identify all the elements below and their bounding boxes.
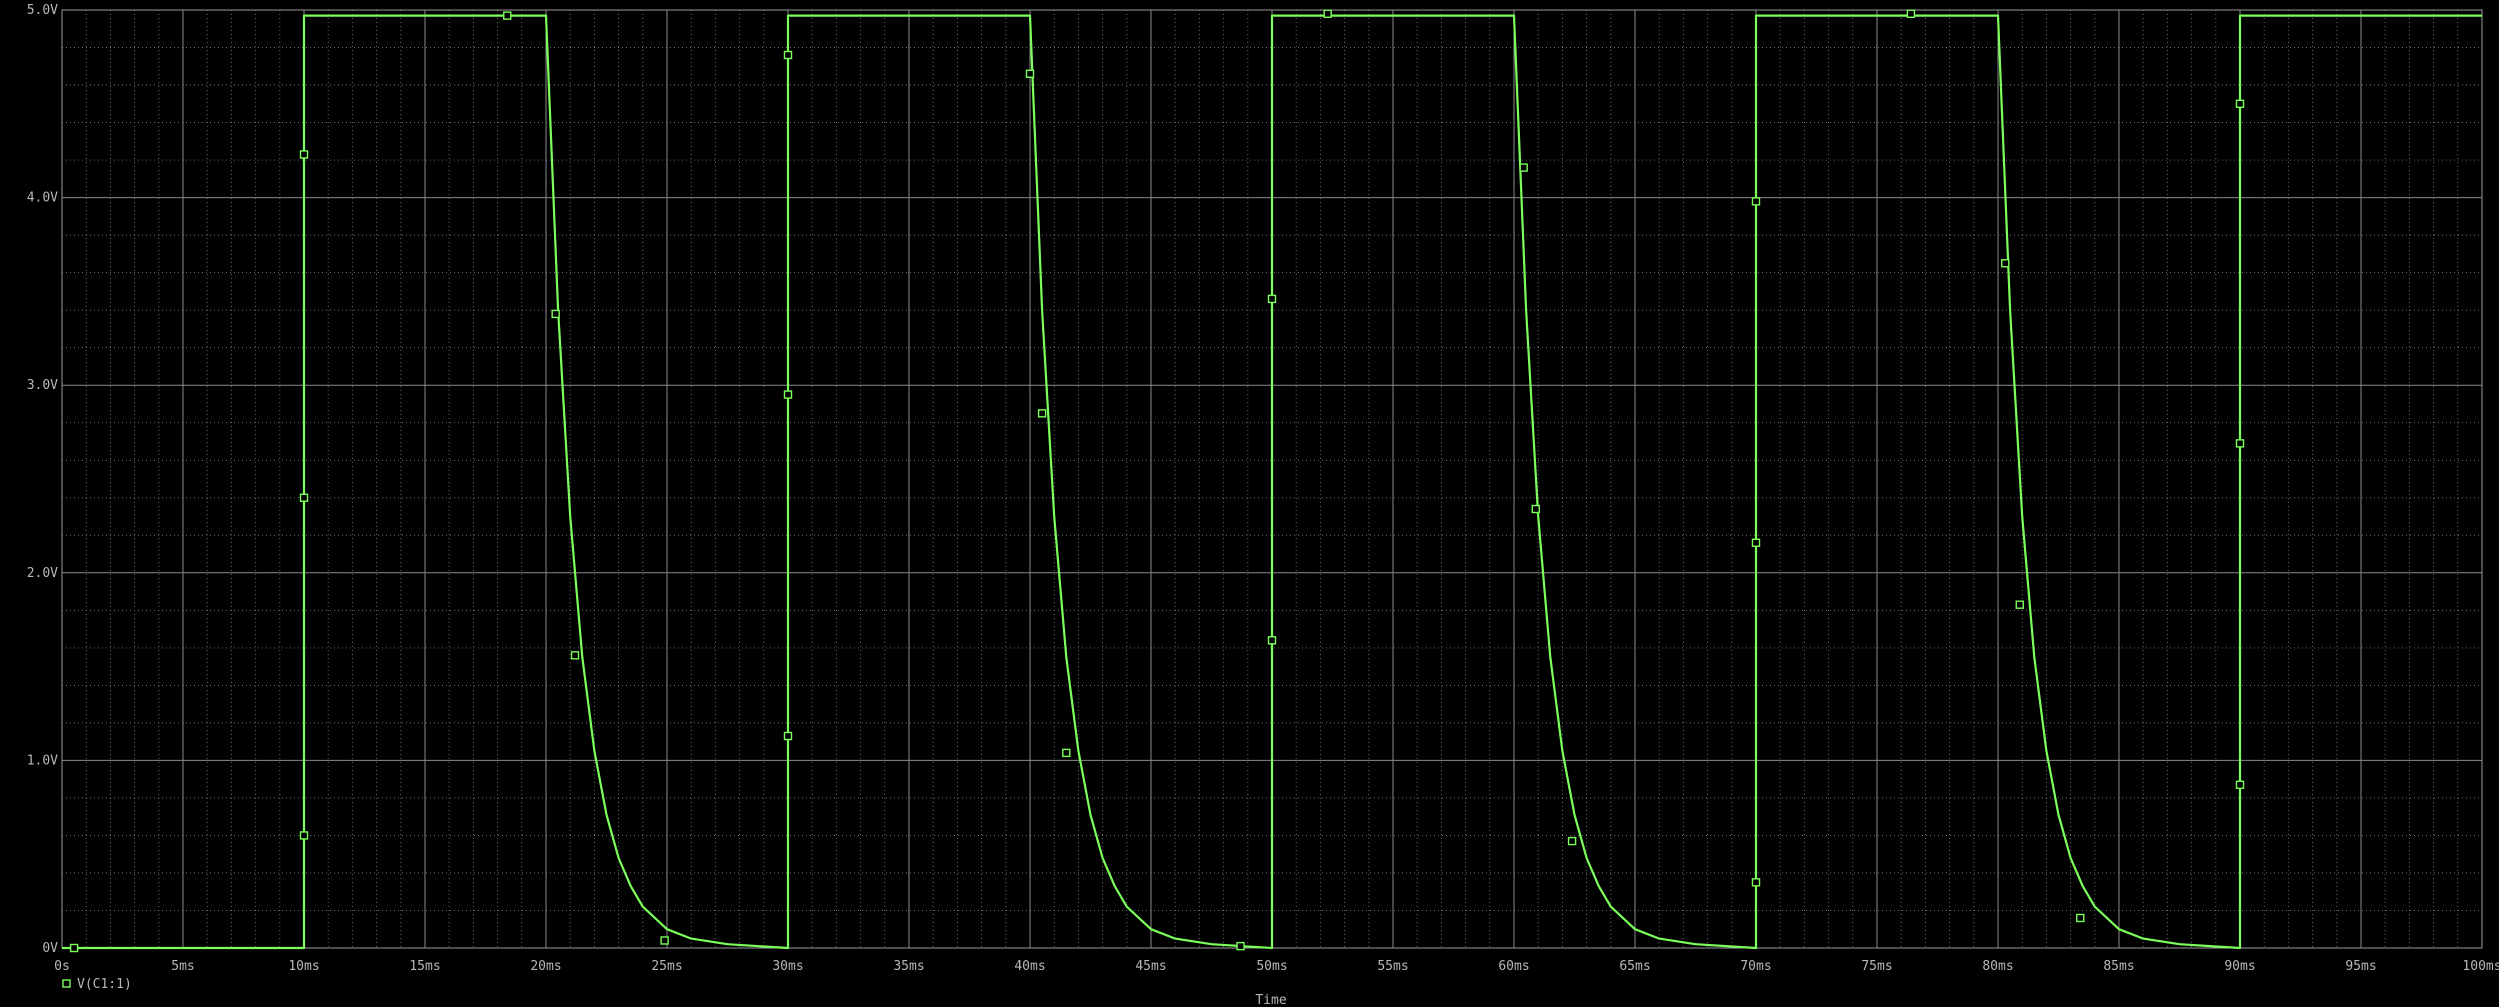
series-marker <box>1567 836 1577 846</box>
x-tick-label: 0s <box>54 959 70 974</box>
series-marker <box>2235 439 2245 448</box>
x-tick-label: 80ms <box>1982 959 2013 974</box>
x-tick-labels: 0s 5ms 10ms 15ms 20ms 25ms 30ms 35ms 40ms 45ms 50m… <box>54 959 2499 974</box>
series-marker <box>1062 748 1071 758</box>
series-marker <box>783 390 793 399</box>
x-tick-label: 70ms <box>1740 959 1771 974</box>
y-tick-label: 5.0V <box>27 3 58 18</box>
series-marker <box>1267 636 1277 645</box>
x-tick-label: 40ms <box>1014 959 1045 974</box>
series-marker <box>503 11 512 20</box>
series-marker <box>1751 197 1761 206</box>
series-marker <box>783 50 793 60</box>
x-axis-label: Time <box>1255 993 1286 1007</box>
series-marker <box>1025 69 1035 78</box>
series-marker <box>1267 294 1277 304</box>
x-tick-label: 15ms <box>409 959 440 974</box>
x-tick-label: 45ms <box>1135 959 1166 974</box>
x-tick-label: 60ms <box>1498 959 1529 974</box>
series-marker <box>551 309 560 319</box>
chart-background <box>0 0 2499 1007</box>
series-marker <box>1531 504 1540 514</box>
series-marker <box>299 831 309 840</box>
x-tick-label: 100ms <box>2462 959 2499 974</box>
y-tick-label: 4.0V <box>27 191 58 206</box>
series-marker <box>1236 941 1245 951</box>
y-tick-label: 3.0V <box>27 378 58 393</box>
x-tick-label: 10ms <box>288 959 319 974</box>
x-tick-label: 50ms <box>1256 959 1287 974</box>
series-marker <box>1519 163 1528 172</box>
x-tick-label: 35ms <box>893 959 924 974</box>
series-marker <box>1751 878 1761 887</box>
series-marker <box>2015 600 2024 609</box>
series-marker <box>2076 913 2085 923</box>
x-tick-label: 90ms <box>2224 959 2255 974</box>
series-marker <box>2235 780 2245 789</box>
x-tick-label: 20ms <box>530 959 561 974</box>
x-tick-label: 65ms <box>1619 959 1650 974</box>
series-marker <box>299 493 309 502</box>
y-tick-label: 0V <box>42 941 58 956</box>
x-tick-label: 25ms <box>651 959 682 974</box>
series-marker <box>1037 409 1047 418</box>
series-marker <box>1751 538 1761 547</box>
x-tick-label: 30ms <box>772 959 803 974</box>
x-tick-label: 75ms <box>1861 959 1892 974</box>
y-tick-label: 2.0V <box>27 566 58 581</box>
x-tick-label: 85ms <box>2103 959 2134 974</box>
series-marker <box>2235 99 2245 109</box>
x-tick-label: 5ms <box>171 959 194 974</box>
series-marker <box>2001 259 2010 268</box>
x-tick-label: 55ms <box>1377 959 1408 974</box>
series-marker <box>1323 9 1332 18</box>
legend-series-name: V(C1:1) <box>77 977 132 992</box>
y-tick-label: 1.0V <box>27 753 58 768</box>
series-marker <box>660 936 669 945</box>
series-marker <box>783 731 793 741</box>
waveform-chart: 0s 5ms 10ms 15ms 20ms 25ms 30ms 35ms 40ms 45ms 50m… <box>0 0 2499 1007</box>
series-marker <box>1906 9 1916 18</box>
x-tick-label: 95ms <box>2345 959 2376 974</box>
series-marker <box>69 943 79 953</box>
series-marker <box>299 150 309 159</box>
series-marker <box>570 651 580 660</box>
